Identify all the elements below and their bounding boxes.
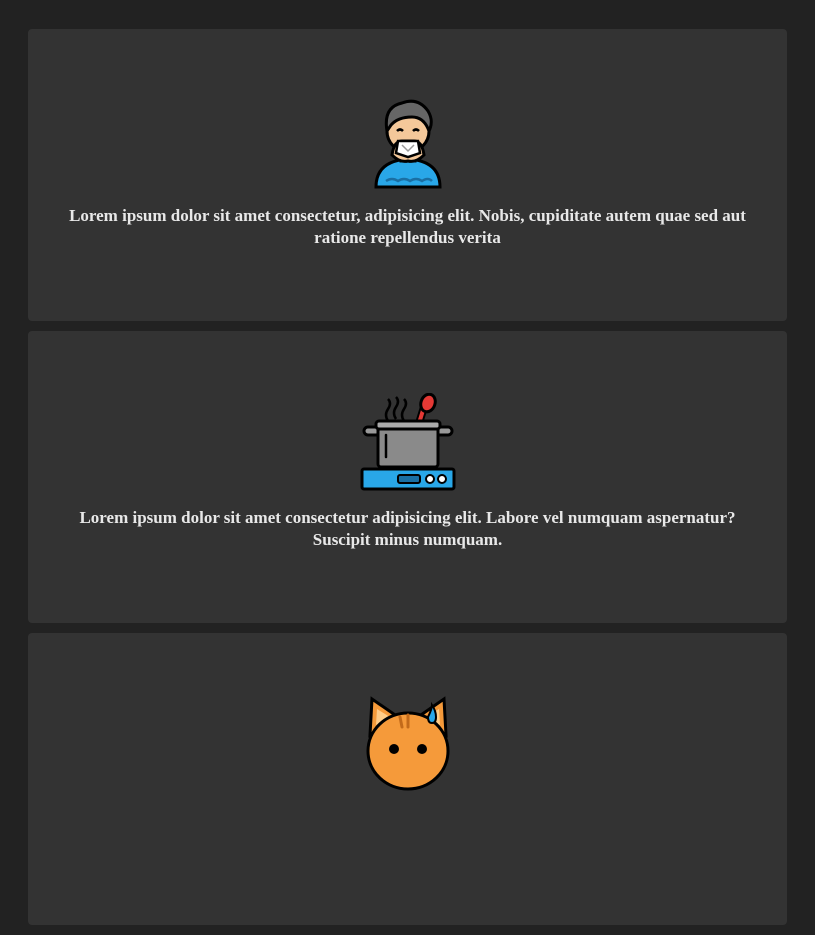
cooking-pot-on-stove-icon <box>358 393 458 493</box>
card-sick: Lorem ipsum dolor sit amet consectetur, … <box>28 29 787 321</box>
card-cooking: Lorem ipsum dolor sit amet consectetur a… <box>28 331 787 623</box>
card-cat <box>28 633 787 925</box>
person-sneezing-icon <box>358 91 458 191</box>
card-list: Lorem ipsum dolor sit amet consectetur, … <box>28 29 787 935</box>
cat-face-sweating-icon <box>358 695 458 795</box>
card-text: Lorem ipsum dolor sit amet consectetur, … <box>69 206 746 247</box>
card-text: Lorem ipsum dolor sit amet consectetur a… <box>79 508 736 549</box>
